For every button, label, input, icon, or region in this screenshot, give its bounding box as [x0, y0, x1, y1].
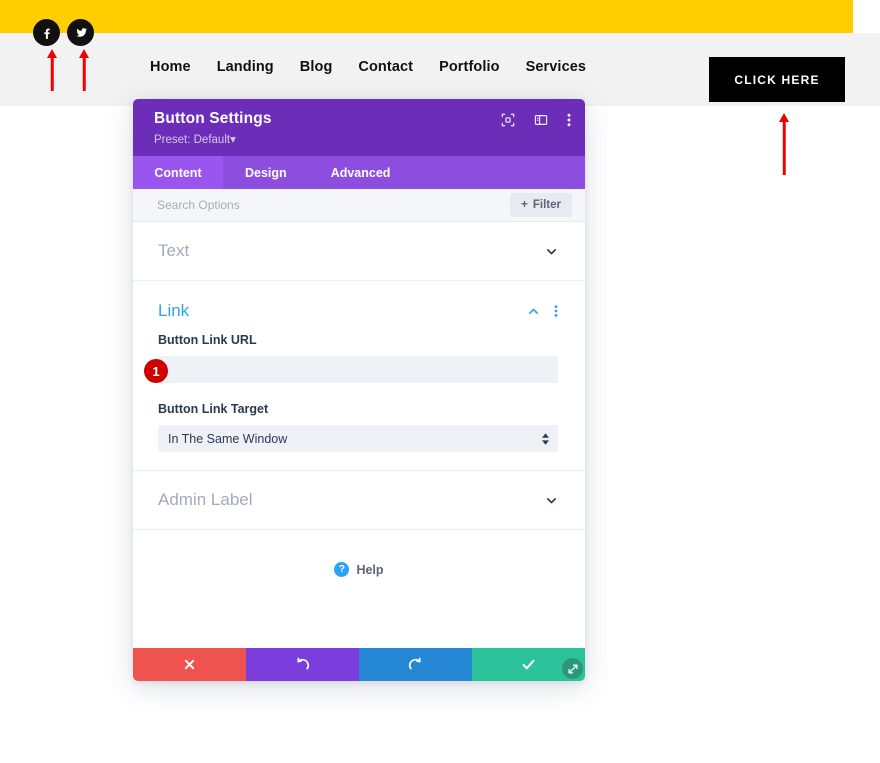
- nav-item-portfolio[interactable]: Portfolio: [439, 59, 500, 75]
- fullscreen-icon[interactable]: [501, 113, 515, 127]
- question-mark-icon: ?: [334, 562, 350, 577]
- button-settings-modal: Button Settings Preset: Default▾ Content…: [133, 99, 585, 681]
- nav-item-services[interactable]: Services: [526, 59, 586, 75]
- section-link-title: Link: [158, 301, 190, 320]
- social-icon-group: [33, 19, 94, 46]
- section-text-title: Text: [158, 241, 190, 260]
- annotation-arrow-twitter: [78, 49, 90, 91]
- tab-design[interactable]: Design: [223, 156, 309, 189]
- button-link-url-input[interactable]: [158, 356, 558, 383]
- redo-button[interactable]: [359, 648, 472, 681]
- top-yellow-bar: [0, 0, 853, 33]
- annotation-arrow-facebook: [46, 49, 58, 91]
- site-navigation: Home Landing Blog Contact Portfolio Serv…: [150, 59, 586, 75]
- help-link[interactable]: ? Help: [133, 530, 585, 577]
- annotation-arrow-cta: [778, 113, 790, 175]
- modal-footer: [133, 648, 585, 681]
- filter-button-label: Filter: [532, 199, 561, 211]
- more-vertical-icon[interactable]: [567, 112, 571, 128]
- nav-item-landing[interactable]: Landing: [217, 59, 274, 75]
- section-text[interactable]: Text: [133, 222, 585, 281]
- click-here-button[interactable]: CLICK HERE: [709, 57, 845, 102]
- chevron-up-icon[interactable]: [527, 305, 540, 318]
- nav-item-contact[interactable]: Contact: [358, 59, 413, 75]
- button-link-url-label: Button Link URL: [158, 333, 257, 347]
- chevron-down-icon[interactable]: [545, 494, 558, 507]
- button-link-target-value: In The Same Window: [158, 425, 558, 452]
- plus-icon: +: [521, 199, 528, 211]
- preset-caret-icon: ▾: [230, 134, 236, 146]
- search-options-bar: + Filter: [133, 189, 585, 222]
- section-admin-label[interactable]: Admin Label: [133, 471, 585, 530]
- button-link-target-select[interactable]: In The Same Window: [158, 425, 558, 452]
- annotation-badge-1: 1: [144, 359, 168, 383]
- chevron-down-icon[interactable]: [545, 245, 558, 258]
- tab-content[interactable]: Content: [133, 156, 223, 189]
- twitter-icon[interactable]: [67, 19, 94, 46]
- filter-button[interactable]: + Filter: [510, 193, 572, 217]
- field-button-link-url: Button Link URL 1: [133, 333, 585, 383]
- section-link-header[interactable]: Link: [133, 281, 585, 333]
- undo-button[interactable]: [246, 648, 359, 681]
- facebook-icon[interactable]: [33, 19, 60, 46]
- resize-handle[interactable]: [562, 658, 583, 679]
- section-link: Link Button Link URL 1 Button Link Targe…: [133, 281, 585, 471]
- section-admin-label-title: Admin Label: [158, 490, 253, 509]
- help-label: Help: [356, 562, 384, 577]
- modal-header-icons: [501, 112, 571, 128]
- search-input[interactable]: [157, 198, 457, 212]
- section-more-vertical-icon[interactable]: [554, 304, 558, 318]
- modal-header: Button Settings Preset: Default▾: [133, 99, 585, 156]
- button-link-target-label: Button Link Target: [158, 402, 269, 416]
- preset-selector[interactable]: Preset: Default▾: [154, 132, 569, 146]
- modal-body: Text Link Button Link URL 1 Button Link …: [133, 222, 585, 654]
- field-button-link-target: Button Link Target In The Same Window: [133, 402, 585, 452]
- nav-item-blog[interactable]: Blog: [300, 59, 333, 75]
- modal-tabs: Content Design Advanced: [133, 156, 585, 189]
- nav-item-home[interactable]: Home: [150, 59, 191, 75]
- preset-label: Preset: Default: [154, 134, 231, 146]
- layout-columns-icon[interactable]: [534, 113, 548, 127]
- section-link-controls: [527, 304, 558, 318]
- cancel-button[interactable]: [133, 648, 246, 681]
- tab-advanced[interactable]: Advanced: [309, 156, 413, 189]
